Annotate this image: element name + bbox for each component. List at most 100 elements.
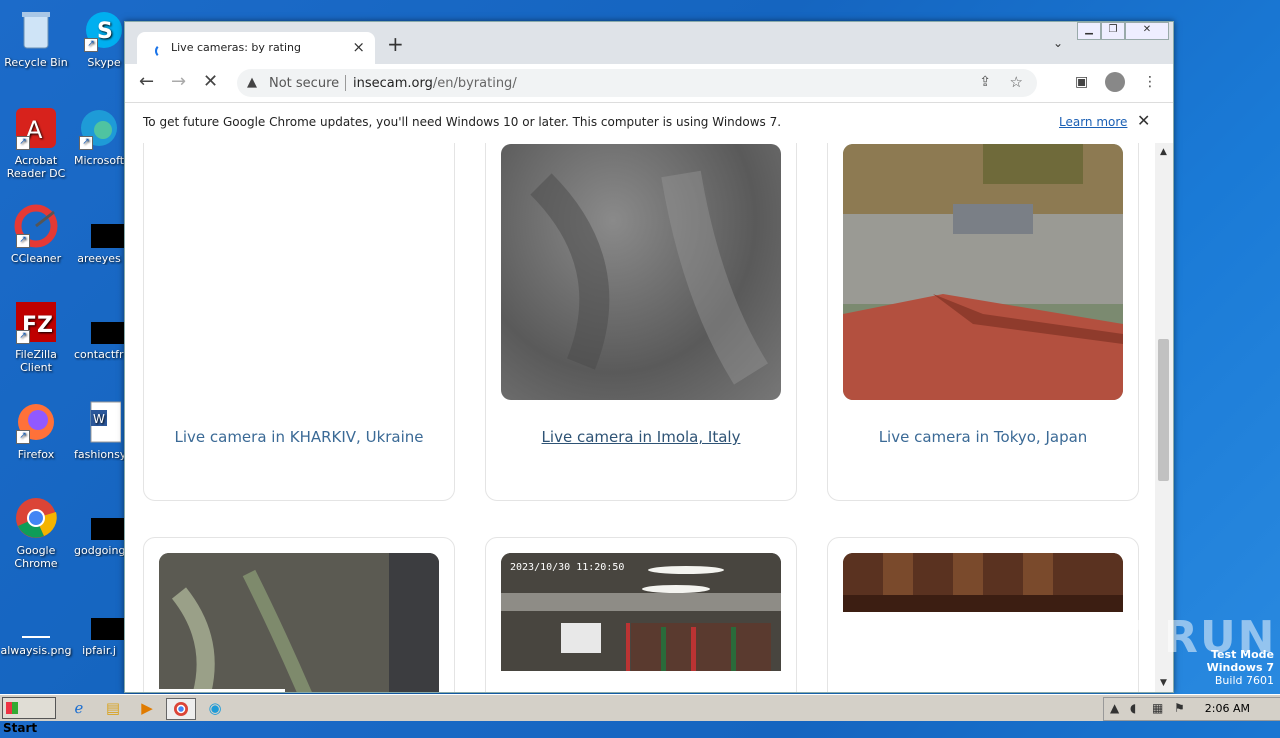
start-label: Start (3, 721, 38, 735)
camera-card[interactable]: Live camera in Imola, Italy (485, 143, 797, 501)
url-text[interactable]: insecam.org/en/byrating/ (353, 76, 517, 91)
network-icon[interactable]: ▦ (1152, 701, 1163, 715)
camera-thumbnail[interactable] (159, 553, 439, 692)
desktop-icon-fashionsy[interactable]: W fashionsy (74, 400, 124, 461)
tab-title: Live cameras: by rating (171, 41, 302, 54)
camera-thumbnail[interactable] (843, 144, 1123, 400)
address-bar[interactable]: ▲ Not secure insecam.org/en/byrating/ ⇪ … (237, 69, 1037, 97)
toolbar: ← → ✕ ▲ Not secure insecam.org/en/byrati… (125, 64, 1173, 102)
desktop-icon-label: contactfri (74, 348, 124, 361)
desktop-icon-godgoing[interactable]: godgoing (74, 496, 124, 557)
skype-icon: S ↗ (82, 8, 126, 52)
vertical-scrollbar[interactable]: ▲ ▼ (1155, 143, 1173, 692)
volume-icon[interactable]: ◖ (1130, 701, 1136, 715)
camera-thumbnail[interactable] (501, 144, 781, 400)
chrome-window: Live cameras: by rating × + ⌄ ▁ ❐ ✕ ← → … (124, 21, 1174, 693)
side-panel-icon[interactable]: ▣ (1075, 74, 1088, 90)
desktop-icon-label: ipfair.j (82, 644, 116, 657)
start-button[interactable]: Start (2, 697, 56, 735)
share-icon[interactable]: ⇪ (979, 74, 991, 90)
tray-expand-icon[interactable]: ▲ (1110, 701, 1119, 715)
url-path: /en/byrating/ (432, 76, 517, 91)
camera-caption-link[interactable]: Live camera in Tokyo, Japan (828, 428, 1138, 446)
acrobat-icon: A ↗ (14, 106, 58, 150)
warning-triangle-icon[interactable]: ▲ (247, 75, 257, 90)
camera-card[interactable]: Live camera in KHARKIV, Ukraine (143, 143, 455, 501)
back-arrow-icon[interactable]: ← (139, 71, 154, 93)
tab-search-chevron-icon[interactable]: ⌄ (1053, 36, 1063, 50)
recycle-bin-icon (14, 8, 58, 52)
filezilla-icon: FZ ↗ (14, 300, 58, 344)
tab-strip: Live cameras: by rating × + ⌄ ▁ ❐ ✕ (125, 22, 1173, 64)
desktop-icon-filezilla[interactable]: FZ ↗ FileZilla Client (0, 300, 72, 374)
desktop-icon-label: Recycle Bin (4, 56, 68, 69)
svg-text:S: S (97, 19, 113, 44)
desktop-icon-ccleaner[interactable]: ↗ CCleaner (0, 204, 72, 265)
desktop-icon-label: FileZilla Client (15, 348, 57, 374)
restore-button[interactable]: ❐ (1101, 22, 1125, 40)
infobar-message: To get future Google Chrome updates, you… (143, 115, 782, 129)
desktop-icon-alwaysis[interactable]: alwaysis.png (0, 596, 72, 657)
bookmark-star-icon[interactable]: ☆ (1010, 73, 1023, 91)
desktop-icon-label: Acrobat Reader DC (6, 154, 66, 180)
internet-explorer-icon[interactable]: ℯ (68, 698, 90, 718)
camera-caption-link[interactable]: Live camera in KHARKIV, Ukraine (144, 428, 454, 446)
system-tray: ▲ ◖ ▦ ⚑ 2:06 AM (1103, 697, 1280, 721)
desktop-icon-areeyes[interactable]: areeyes (74, 204, 124, 265)
stop-loading-icon[interactable]: ✕ (203, 71, 218, 93)
taskbar: Start ℯ ▤ ▶ ◉ ▲ ◖ ▦ ⚑ 2:06 AM (0, 694, 1280, 735)
desktop-icon-label: Google Chrome (14, 544, 58, 570)
tab-close-icon[interactable]: × (352, 38, 365, 56)
minimize-button[interactable]: ▁ (1077, 22, 1101, 40)
file-icon (77, 300, 124, 344)
kebab-menu-icon[interactable]: ⋮ (1143, 74, 1157, 90)
desktop-icon-label: areeyes (77, 252, 121, 265)
test-mode-line: Build 7601 (1214, 674, 1274, 687)
camera-thumbnail[interactable] (843, 553, 1123, 612)
clock[interactable]: 2:06 AM (1205, 702, 1250, 715)
scroll-down-arrow-icon[interactable]: ▼ (1160, 678, 1167, 688)
camera-timestamp: 2023/10/30 11:20:50 (510, 562, 625, 573)
windows-flag-icon (6, 702, 18, 714)
image-file-icon (14, 596, 58, 640)
file-explorer-icon[interactable]: ▤ (102, 698, 124, 718)
window-close-button[interactable]: ✕ (1125, 22, 1169, 40)
camera-thumbnail-image (843, 553, 1123, 612)
chrome-taskbar-icon[interactable] (166, 698, 196, 720)
security-label[interactable]: Not secure (269, 76, 339, 91)
desktop-icon-label: godgoing (74, 544, 124, 557)
desktop-icon-label: alwaysis.png (0, 644, 72, 657)
infobar-close-icon[interactable]: ✕ (1137, 111, 1150, 130)
desktop-icon-google-chrome[interactable]: Google Chrome (0, 496, 72, 570)
camera-caption-link[interactable]: Live camera in Imola, Italy (486, 428, 796, 446)
desktop-icon-acrobat[interactable]: A ↗ Acrobat Reader DC (0, 106, 72, 180)
update-infobar: To get future Google Chrome updates, you… (125, 102, 1173, 144)
camera-thumbnail-image (843, 144, 1123, 400)
learn-more-link[interactable]: Learn more (1059, 115, 1127, 129)
tab-live-cameras[interactable]: Live cameras: by rating × (137, 32, 375, 64)
action-center-flag-icon[interactable]: ⚑ (1174, 701, 1185, 715)
desktop-icon-label: fashionsy (74, 448, 124, 461)
desktop-icon-contactfri[interactable]: contactfri (74, 300, 124, 361)
svg-text:W: W (93, 412, 105, 426)
desktop-icon-microsoft-edge[interactable]: ↗ Microsoft (74, 106, 124, 167)
media-player-icon[interactable]: ▶ (136, 698, 158, 718)
camera-card[interactable]: Live camera in Tokyo, Japan (827, 143, 1139, 501)
camera-card[interactable] (143, 537, 455, 692)
test-mode-watermark: Test Mode Windows 7 Build 7601 (1207, 648, 1274, 687)
desktop-icon-firefox[interactable]: ↗ Firefox (0, 400, 72, 461)
desktop-icon-recycle-bin[interactable]: Recycle Bin (0, 8, 72, 69)
file-icon (77, 596, 124, 640)
edge-taskbar-icon[interactable]: ◉ (204, 698, 226, 718)
camera-card[interactable]: 2023/10/30 11:20:50 (485, 537, 797, 692)
forward-arrow-icon[interactable]: → (171, 71, 186, 93)
scrollbar-thumb[interactable] (1158, 339, 1169, 481)
desktop-icon-label: Firefox (17, 448, 55, 461)
test-mode-line: Test Mode (1211, 648, 1274, 661)
desktop-icon-ipfair[interactable]: ipfair.j (74, 596, 124, 657)
url-host: insecam.org (353, 76, 433, 91)
scroll-up-arrow-icon[interactable]: ▲ (1160, 147, 1167, 157)
profile-avatar-icon[interactable] (1105, 72, 1125, 92)
new-tab-button[interactable]: + (387, 34, 404, 54)
ccleaner-icon: ↗ (14, 204, 58, 248)
